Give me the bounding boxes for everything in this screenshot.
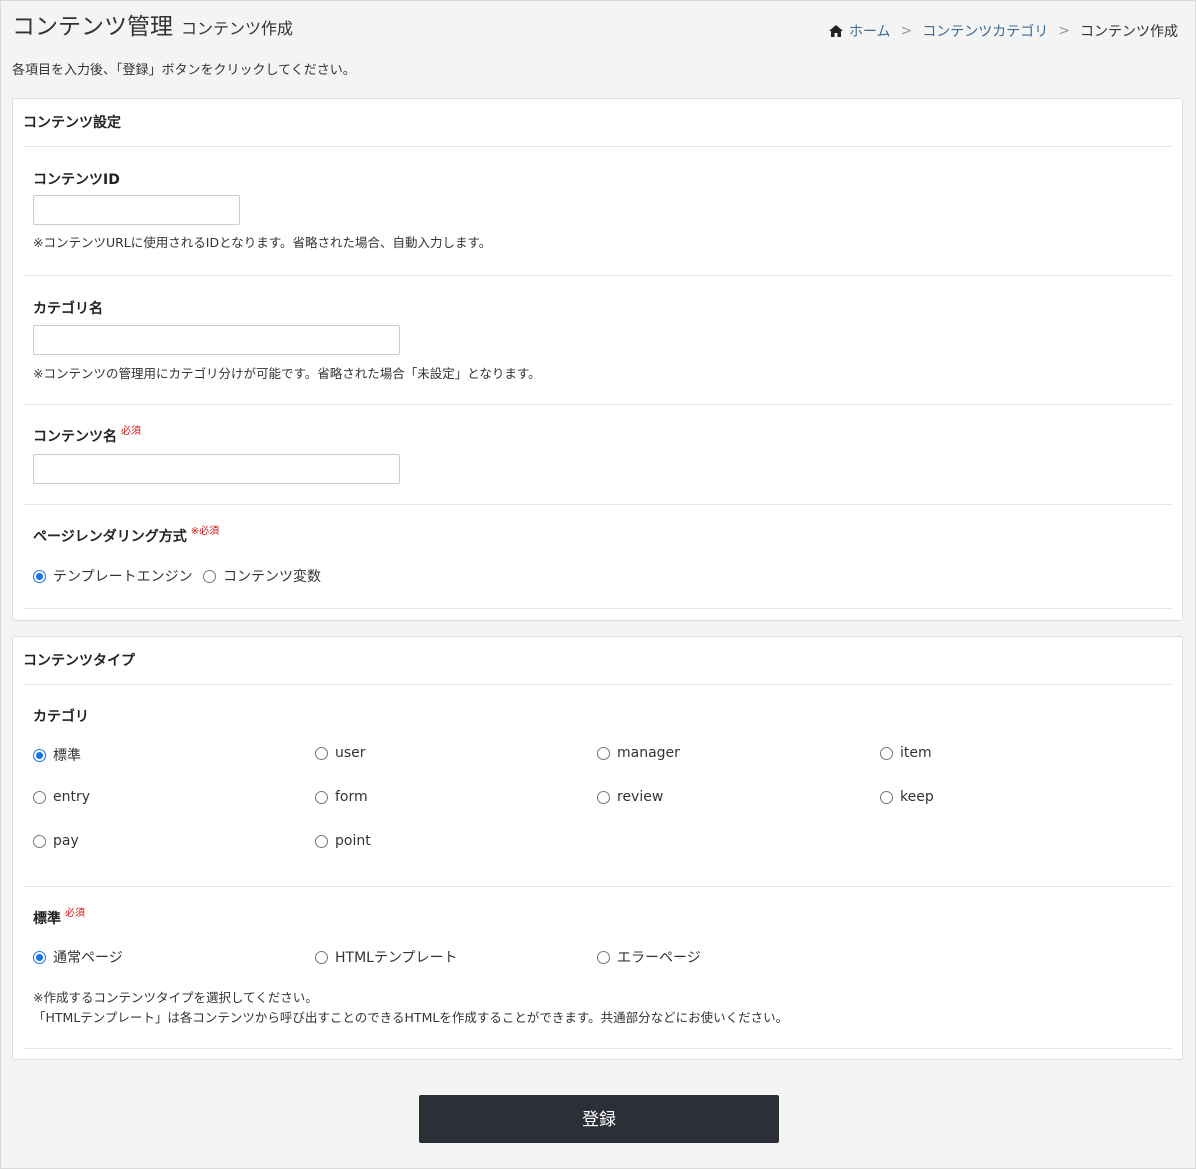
radio-label: form (335, 789, 368, 805)
content-id-input[interactable] (33, 195, 240, 225)
radio-button[interactable] (315, 790, 328, 804)
category-name-help: ※コンテンツの管理用にカテゴリ分けが可能です。省略された場合「未設定」となります… (33, 366, 541, 381)
standard-type-field: 標準 必須 通常ページ HTMLテンプレート エラーページ ※作成するコンテンツタ… (23, 887, 1172, 1049)
required-badge: 必須 (65, 908, 85, 919)
radio-category-review[interactable]: review (597, 789, 663, 805)
radio-label: コンテンツ変数 (223, 569, 321, 585)
required-badge: ※必須 (190, 526, 220, 537)
rendering-field: ページレンダリング方式 ※必須 テンプレートエンジン コンテンツ変数 (23, 505, 1172, 609)
breadcrumb: ホーム > コンテンツカテゴリ > コンテンツ作成 (828, 21, 1178, 41)
radio-label: item (900, 745, 932, 761)
radio-label: 通常ページ (53, 950, 123, 966)
radio-button-selected[interactable] (33, 569, 46, 583)
radio-label: entry (53, 789, 91, 805)
content-type-heading: コンテンツタイプ (23, 637, 1172, 685)
content-name-input[interactable] (33, 454, 400, 484)
content-id-field: コンテンツID ※コンテンツURLに使用されるIDとなります。省略された場合、自… (23, 147, 1172, 276)
home-icon (828, 25, 843, 37)
register-button[interactable]: 登録 (419, 1095, 779, 1143)
content-id-help: ※コンテンツURLに使用されるIDとなります。省略された場合、自動入力します。 (33, 235, 492, 250)
radio-button[interactable] (597, 790, 610, 804)
required-badge: 必須 (121, 426, 141, 437)
radio-button[interactable] (33, 834, 46, 848)
content-type-help-1: ※作成するコンテンツタイプを選択してください。 (33, 990, 318, 1005)
page-title: コンテンツ管理 コンテンツ作成 (12, 7, 293, 41)
radio-category-user[interactable]: user (315, 745, 366, 761)
radio-label: review (617, 789, 664, 805)
radio-category-form[interactable]: form (315, 789, 368, 805)
breadcrumb-category-link[interactable]: コンテンツカテゴリ (922, 21, 1048, 41)
rendering-label: ページレンダリング方式 (33, 529, 187, 545)
radio-button[interactable] (315, 950, 328, 964)
radio-label: manager (617, 745, 680, 761)
page-title-main: コンテンツ管理 (12, 14, 173, 40)
category-name-input[interactable] (33, 325, 400, 355)
radio-button[interactable] (597, 746, 610, 760)
standard-label: 標準 (33, 911, 61, 927)
intro-text: 各項目を入力後、「登録」ボタンをクリックしてください。 (12, 63, 356, 78)
radio-label: HTMLテンプレート (335, 950, 458, 966)
radio-html-template[interactable]: HTMLテンプレート (315, 947, 458, 967)
content-type-help-2: 「HTMLテンプレート」は各コンテンツから呼び出すことのできるHTMLを作成する… (33, 1010, 789, 1025)
radio-template-engine[interactable]: テンプレートエンジン (33, 566, 193, 586)
category-select-field: カテゴリ 標準 user manager item entry form rev… (23, 685, 1172, 887)
radio-normal-page[interactable]: 通常ページ (33, 947, 123, 967)
radio-category-entry[interactable]: entry (33, 789, 90, 805)
radio-label: テンプレートエンジン (53, 569, 193, 585)
radio-label: pay (53, 833, 79, 849)
content-id-label: コンテンツID (33, 172, 120, 188)
radio-category-pay[interactable]: pay (33, 833, 79, 849)
radio-category-manager[interactable]: manager (597, 745, 680, 761)
radio-label: point (335, 833, 371, 849)
content-settings-panel: コンテンツ設定 コンテンツID ※コンテンツURLに使用されるIDとなります。省… (12, 98, 1183, 621)
radio-button[interactable] (597, 950, 610, 964)
radio-content-variable[interactable]: コンテンツ変数 (203, 566, 321, 586)
radio-label: user (335, 745, 366, 761)
radio-button[interactable] (315, 746, 328, 760)
radio-category-item[interactable]: item (880, 745, 932, 761)
content-name-field: コンテンツ名 必須 (23, 405, 1172, 505)
radio-category-standard[interactable]: 標準 (33, 745, 81, 765)
radio-category-point[interactable]: point (315, 833, 371, 849)
content-type-panel: コンテンツタイプ カテゴリ 標準 user manager item entry… (12, 636, 1183, 1060)
breadcrumb-current: コンテンツ作成 (1080, 24, 1178, 40)
category-name-label: カテゴリ名 (33, 301, 103, 317)
radio-label: 標準 (53, 748, 81, 764)
breadcrumb-separator: > (900, 23, 913, 39)
category-name-field: カテゴリ名 ※コンテンツの管理用にカテゴリ分けが可能です。省略された場合「未設定… (23, 276, 1172, 405)
radio-label: keep (900, 789, 934, 805)
category-label: カテゴリ (33, 709, 89, 725)
radio-button-selected[interactable] (33, 950, 46, 964)
content-settings-heading: コンテンツ設定 (23, 99, 1172, 147)
breadcrumb-home-link[interactable]: ホーム (849, 21, 891, 41)
radio-button[interactable] (315, 834, 328, 848)
radio-button[interactable] (880, 790, 893, 804)
radio-error-page[interactable]: エラーページ (597, 947, 701, 967)
page-title-sub: コンテンツ作成 (181, 19, 294, 38)
radio-button[interactable] (33, 790, 46, 804)
breadcrumb-separator: > (1058, 23, 1070, 39)
radio-button-selected[interactable] (33, 748, 46, 762)
radio-label: エラーページ (617, 950, 701, 966)
radio-button[interactable] (880, 746, 893, 760)
radio-button[interactable] (203, 569, 216, 583)
radio-category-keep[interactable]: keep (880, 789, 934, 805)
content-name-label: コンテンツ名 (33, 429, 117, 445)
